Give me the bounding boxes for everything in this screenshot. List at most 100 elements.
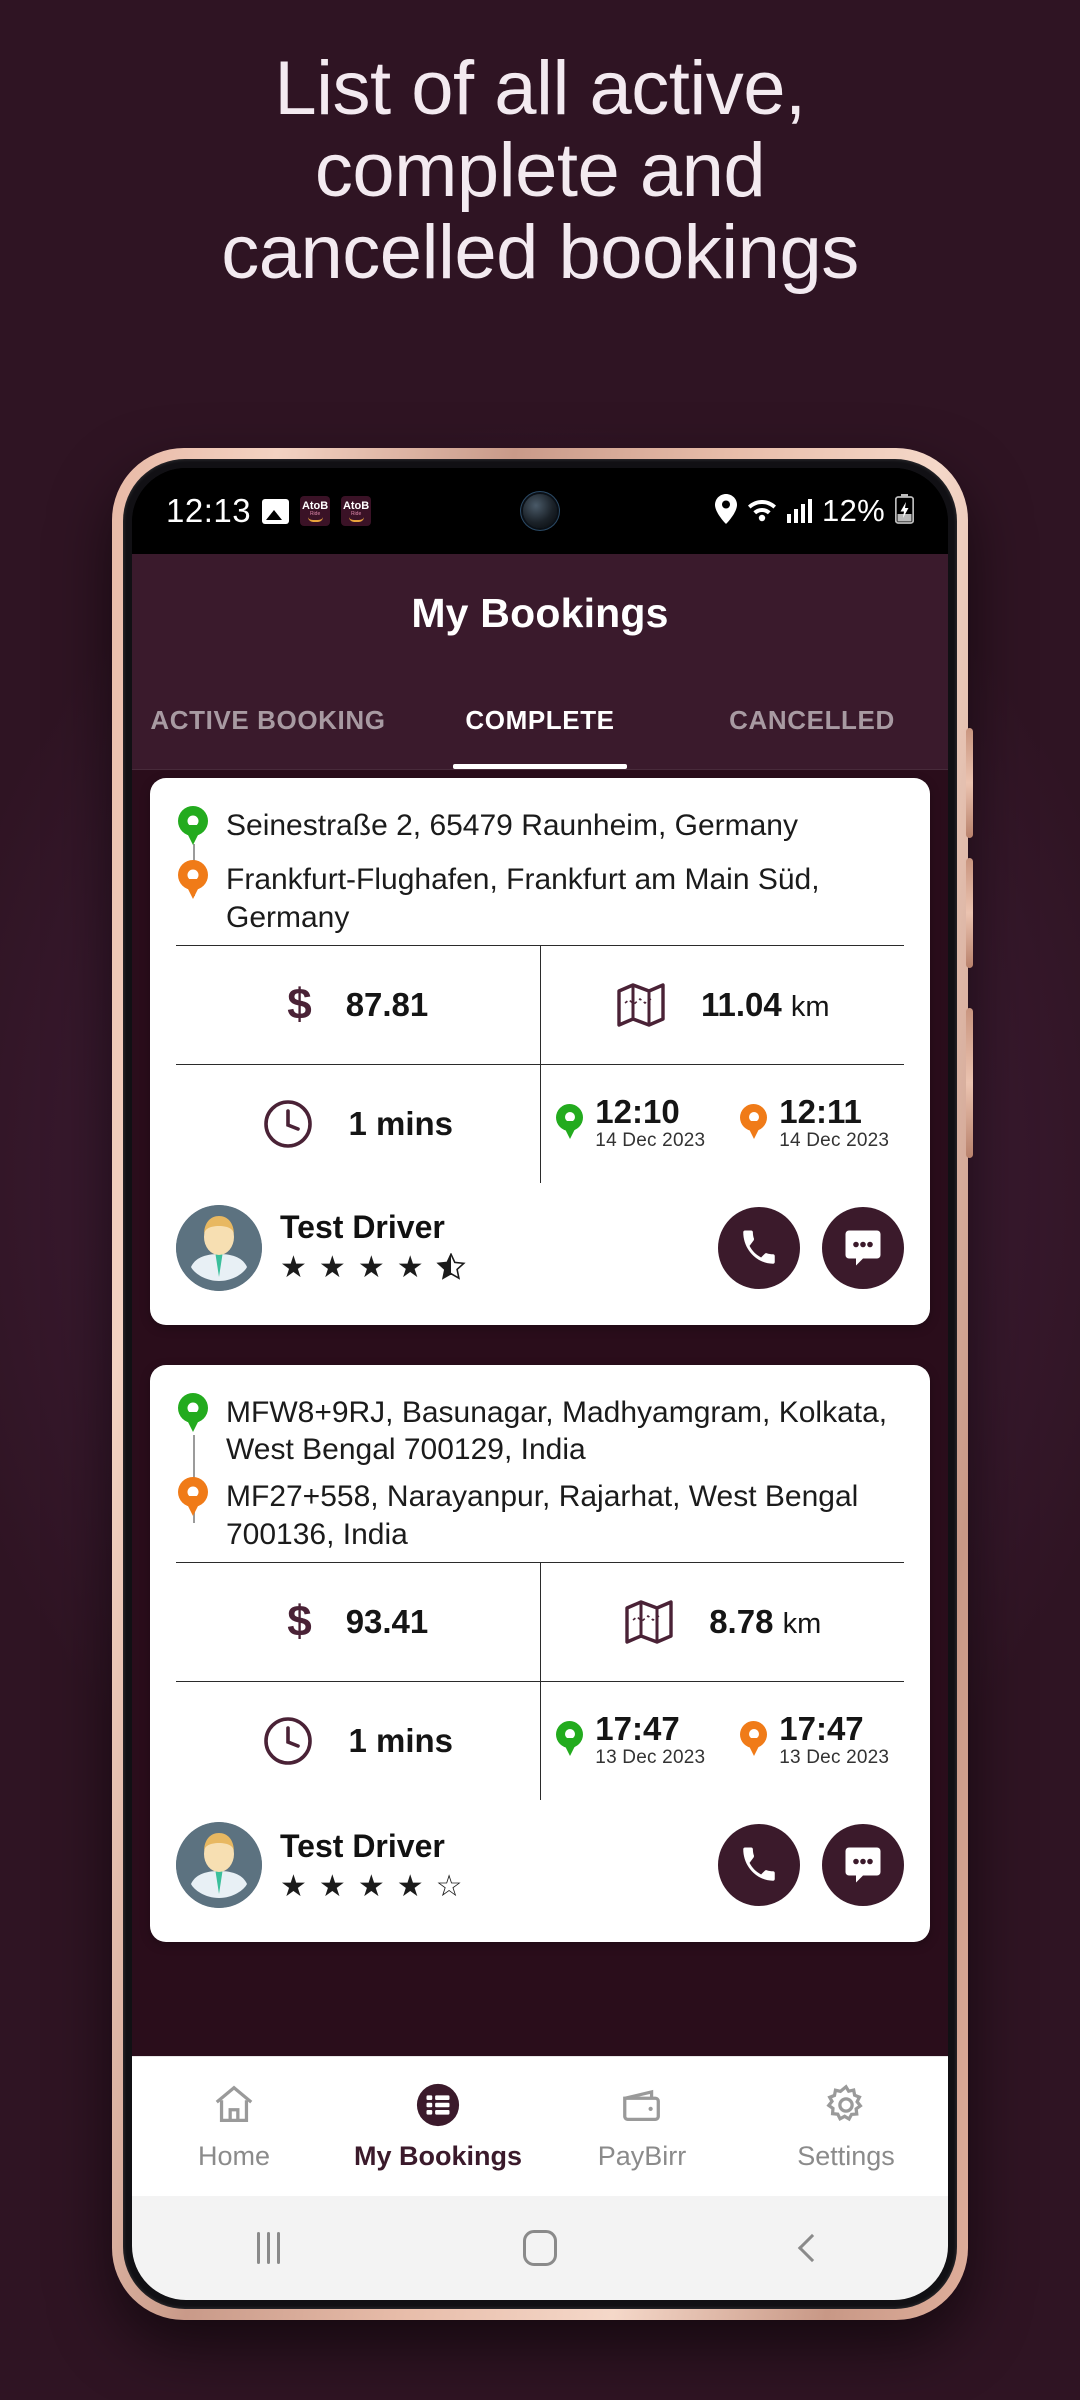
distance-cell: 8.78 km [541, 1563, 905, 1681]
dropoff-date: 13 Dec 2023 [779, 1747, 890, 1769]
pickup-time-group: 17:47 13 Dec 2023 [555, 1712, 705, 1769]
nav-label: Settings [797, 2141, 895, 2171]
message-button[interactable] [822, 1206, 904, 1289]
map-icon [615, 979, 667, 1031]
atob-badge-sub: Ride [309, 510, 321, 517]
gallery-icon [262, 498, 290, 524]
driver-name: Test Driver [280, 1208, 445, 1245]
volume-up-button[interactable] [966, 728, 973, 838]
nav-item-paybirr[interactable]: PayBirr [540, 2081, 744, 2172]
call-button[interactable] [718, 1823, 800, 1906]
duration-times-row: 1 mins 17:47 13 Dec 2023 17:47 13 Dec 20… [176, 1680, 905, 1800]
tab-complete[interactable]: COMPLETE [404, 672, 676, 769]
driver-avatar [176, 1821, 262, 1908]
pickup-pin-icon [555, 1720, 585, 1761]
atob-app-icon: AtoB Ride [341, 496, 372, 526]
tab-label: CANCELLED [729, 705, 895, 735]
phone-bezel: 12:13 AtoB Ride AtoB Ride 12% My Booking… [123, 459, 957, 2309]
tab-cancelled[interactable]: CANCELLED [676, 672, 948, 769]
pickup-date: 14 Dec 2023 [595, 1129, 706, 1151]
pickup-address: MFW8+9RJ, Basunagar, Madhyamgram, Kolkat… [226, 1395, 888, 1467]
star-filled: ★ [280, 1250, 307, 1284]
fare-value: 87.81 [345, 985, 429, 1023]
driver-rating: ★ ★ ★ ★ ☆ [280, 1869, 463, 1903]
signal-icon [786, 499, 813, 523]
driver-name: Test Driver [280, 1827, 445, 1864]
dropoff-pin-icon [176, 860, 210, 906]
nav-item-my-bookings[interactable]: My Bookings [336, 2081, 540, 2172]
duration-times-row: 1 mins 12:10 14 Dec 2023 12:11 14 Dec 20… [176, 1063, 905, 1183]
wallet-icon [619, 2081, 665, 2129]
pickup-pin-icon [176, 1392, 210, 1439]
power-button[interactable] [966, 1008, 973, 1158]
clock-icon [262, 1715, 314, 1767]
back-icon [797, 2233, 827, 2263]
atob-badge-sub: Ride [350, 510, 362, 517]
dropoff-pin-icon [739, 1720, 769, 1761]
atob-badge-label: AtoB [342, 499, 370, 512]
driver-row: Test Driver ★ ★ ★ ★ [176, 1183, 904, 1317]
nav-item-home[interactable]: Home [132, 2081, 336, 2172]
atob-badge-swoosh [348, 517, 364, 522]
pickup-pin-icon [555, 1103, 585, 1144]
pickup-row: Seinestraße 2, 65479 Raunheim, Germany [176, 804, 904, 852]
fare-value: 93.41 [345, 1602, 429, 1640]
driver-actions [718, 1206, 904, 1289]
phone-mockup: 12:13 AtoB Ride AtoB Ride 12% My Booking… [112, 448, 973, 2320]
fare-cell: $ 87.81 [176, 945, 541, 1064]
booking-card[interactable]: MFW8+9RJ, Basunagar, Madhyamgram, Kolkat… [150, 1364, 930, 1942]
message-button[interactable] [822, 1823, 904, 1906]
call-button[interactable] [718, 1206, 800, 1289]
nav-label: Home [197, 2141, 271, 2171]
gear-icon [823, 2081, 869, 2129]
dropoff-row: Frankfurt-Flughafen, Frankfurt am Main S… [176, 858, 904, 937]
dropoff-pin-icon [739, 1103, 769, 1144]
fare-cell: $ 93.41 [176, 1562, 541, 1681]
nav-item-settings[interactable]: Settings [744, 2081, 948, 2172]
driver-actions [718, 1823, 904, 1906]
driver-avatar [176, 1204, 262, 1291]
booking-card[interactable]: Seinestraße 2, 65479 Raunheim, Germany F… [150, 778, 930, 1325]
status-bar-right: 12% [714, 493, 915, 529]
android-status-bar: 12:13 AtoB Ride AtoB Ride 12% [132, 468, 948, 554]
back-button[interactable] [676, 2233, 948, 2263]
times-cell: 17:47 13 Dec 2023 17:47 13 Dec 2023 [541, 1682, 905, 1800]
app-header: My Bookings [132, 554, 948, 672]
pickup-address: Seinestraße 2, 65479 Raunheim, Germany [226, 809, 798, 842]
dollar-icon: $ [287, 1596, 312, 1646]
times-cell: 12:10 14 Dec 2023 12:11 14 Dec 2023 [541, 1065, 905, 1183]
distance-cell: 11.04 km [541, 946, 905, 1064]
android-navigation-bar [132, 2196, 948, 2300]
tab-active-booking[interactable]: ACTIVE BOOKING [132, 672, 404, 769]
pickup-time: 12:10 [595, 1093, 680, 1131]
distance-value: 11.04 km [700, 985, 830, 1023]
pickup-row: MFW8+9RJ, Basunagar, Madhyamgram, Kolkat… [176, 1391, 904, 1470]
duration-cell: 1 mins [176, 1064, 541, 1183]
headline-line-3: cancelled bookings [221, 210, 859, 296]
home-icon [211, 2081, 257, 2129]
headline-line-1: List of all active, [274, 46, 806, 131]
tab-label: ACTIVE BOOKING [150, 705, 386, 735]
star-filled: ★ [318, 1869, 346, 1903]
battery-percent-label: 12% [822, 493, 885, 528]
map-icon [623, 1596, 675, 1648]
dropoff-row: MF27+558, Narayanpur, Rajarhat, West Ben… [176, 1475, 904, 1554]
bottom-navigation: Home My Bookings PayBirr Settings [132, 2056, 948, 2196]
route-addresses: MFW8+9RJ, Basunagar, Madhyamgram, Kolkat… [176, 1391, 904, 1562]
driver-info: Test Driver ★ ★ ★ ★ ☆ [280, 1828, 463, 1902]
home-button[interactable] [404, 2230, 676, 2266]
dropoff-address: Frankfurt-Flughafen, Frankfurt am Main S… [226, 863, 820, 934]
duration-value: 1 mins [348, 1721, 454, 1759]
volume-down-button[interactable] [966, 858, 973, 968]
route-addresses: Seinestraße 2, 65479 Raunheim, Germany F… [176, 804, 904, 945]
wifi-icon [747, 496, 777, 527]
recents-button[interactable] [132, 2232, 404, 2264]
pickup-time-group: 12:10 14 Dec 2023 [555, 1093, 706, 1152]
star-filled: ★ [396, 1250, 424, 1284]
recents-icon [256, 2232, 280, 2264]
star-filled: ★ [357, 1250, 385, 1284]
star-filled: ★ [318, 1250, 346, 1284]
battery-icon [894, 493, 915, 529]
bookings-list[interactable]: Seinestraße 2, 65479 Raunheim, Germany F… [132, 770, 948, 2056]
dropoff-time-group: 12:11 14 Dec 2023 [739, 1094, 889, 1152]
